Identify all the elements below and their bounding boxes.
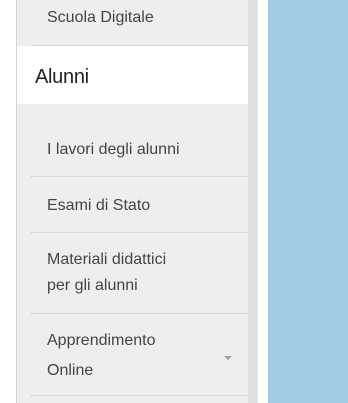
sidebar-item-label: Scuola Digitale (47, 9, 154, 26)
sidebar-item-label: Esami di Stato (47, 197, 151, 214)
sidebar-item-label: Apprendimento (47, 332, 156, 349)
sidebar-item-label: Materiali didattici (47, 251, 167, 268)
chevron-down-icon[interactable] (224, 356, 232, 360)
sidebar-item-materiali-didattici[interactable]: Materiali didattici per gli alunni (17, 233, 249, 313)
sidebar-item-scuola-digitale[interactable]: Scuola Digitale (17, 0, 249, 46)
sidebar-item-label: I lavori degli alunni (47, 141, 180, 158)
sidebar-edge (248, 0, 258, 403)
sidebar-item-lavori-alunni[interactable]: I lavori degli alunni (17, 112, 249, 176)
main-content-panel (268, 0, 348, 403)
sidebar-item-label-line2: per gli alunni (47, 277, 138, 294)
gutter (258, 0, 268, 403)
section-header-alunni[interactable]: Alunni (17, 46, 249, 104)
sidebar-item-esami-di-stato[interactable]: Esami di Stato (17, 177, 249, 232)
page-left-margin (0, 0, 16, 403)
section-title: Alunni (35, 66, 89, 88)
sidebar-item-label-line2: Online (47, 362, 94, 379)
divider (31, 395, 249, 396)
sidebar-menu: Scuola Digitale Alunni I lavori degli al… (16, 0, 249, 403)
sidebar-item-apprendimento-online[interactable]: Apprendimento Online (17, 314, 249, 394)
